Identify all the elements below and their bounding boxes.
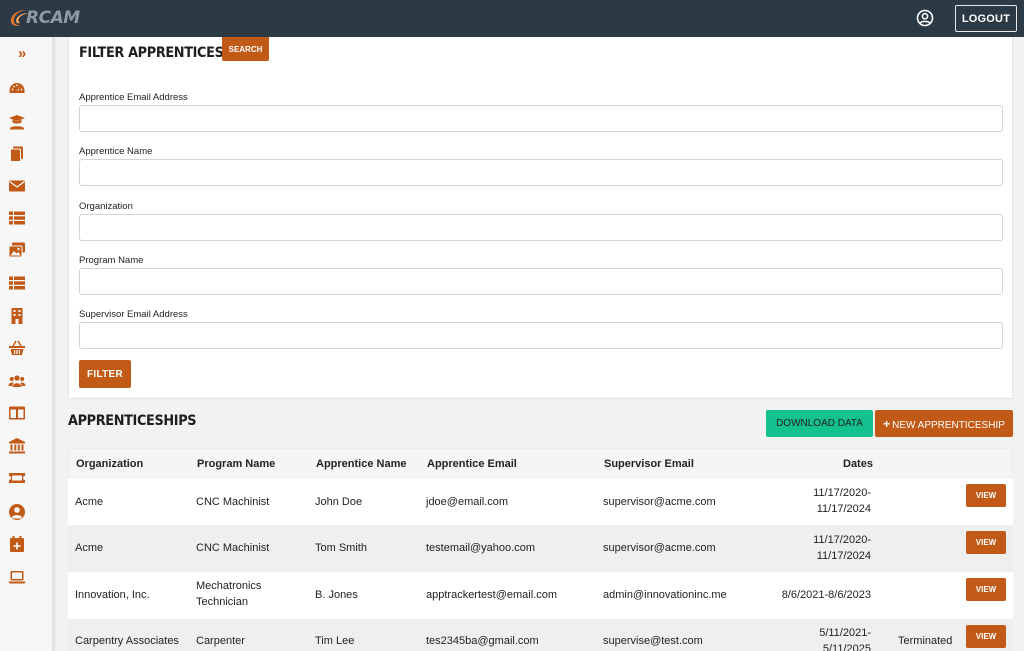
apprentice-name-label: Apprentice Name (79, 146, 153, 157)
apprentice-name-input[interactable] (79, 159, 1003, 186)
users-icon[interactable] (8, 372, 26, 390)
gallery-icon[interactable] (8, 241, 26, 259)
view-button[interactable]: VIEW (966, 578, 1006, 601)
table-row: Innovation, Inc. Mechatronics Technician… (68, 572, 1013, 619)
table-row: Acme CNC Machinist Tom Smith testemail@y… (68, 525, 1013, 572)
cell-supervisor: supervisor@acme.com (603, 542, 716, 554)
cell-program: Carpenter (196, 635, 245, 647)
view-button[interactable]: VIEW (966, 625, 1006, 648)
graduate-icon[interactable] (8, 113, 26, 131)
cell-dates: 11/17/2020-11/17/2024 (813, 534, 871, 562)
calendar-plus-icon[interactable] (8, 535, 26, 553)
apprenticeships-title: APPRENTICESHIPS (68, 413, 197, 429)
organization-input[interactable] (79, 214, 1003, 241)
cell-dates: 8/6/2021-8/6/2023 (781, 589, 871, 601)
user-circle-icon[interactable] (8, 503, 26, 521)
apprenticeships-table: Organization Program Name Apprentice Nam… (68, 448, 1013, 651)
cell-apprentice: John Doe (315, 496, 363, 508)
columns-icon[interactable] (8, 404, 26, 422)
envelope-icon[interactable] (8, 177, 26, 195)
laptop-icon[interactable] (8, 568, 26, 586)
dashboard-icon[interactable] (8, 80, 26, 98)
cell-status: Terminated (898, 635, 953, 647)
filter-panel: FILTER APPRENTICESHIPS SEARCH Apprentice… (68, 37, 1013, 399)
search-button[interactable]: SEARCH (222, 37, 269, 61)
new-apprenticeship-button[interactable]: + NEW APPRENTICESHIP (875, 410, 1013, 437)
logo-text: RCAM (26, 8, 80, 28)
filter-button[interactable]: FILTER (79, 360, 131, 388)
bank-icon[interactable] (8, 437, 26, 455)
column-header-supervisor-email[interactable]: Supervisor Email (604, 458, 694, 470)
apprentice-email-label: Apprentice Email Address (79, 92, 188, 103)
top-bar: RCAM LOGOUT (0, 0, 1024, 37)
list-alt-icon[interactable] (8, 274, 26, 292)
user-account-icon[interactable] (916, 9, 934, 27)
ticket-icon[interactable] (8, 469, 26, 487)
plus-icon: + (883, 416, 891, 431)
supervisor-email-input[interactable] (79, 322, 1003, 349)
apprentice-email-input[interactable] (79, 105, 1003, 132)
cell-program: Mechatronics Technician (196, 580, 262, 608)
sidebar: » (0, 37, 53, 651)
basket-icon[interactable] (8, 339, 26, 357)
view-button[interactable]: VIEW (966, 531, 1006, 554)
cell-program: CNC Machinist (196, 542, 270, 554)
cell-organization: Acme (75, 496, 104, 508)
list-icon[interactable] (8, 209, 26, 227)
view-button[interactable]: VIEW (966, 484, 1006, 507)
download-data-button[interactable]: DOWNLOAD DATA (766, 410, 873, 437)
cell-email: apptrackertest@email.com (426, 589, 557, 601)
supervisor-email-label: Supervisor Email Address (79, 309, 188, 320)
building-icon[interactable] (8, 307, 26, 325)
cell-organization: Innovation, Inc. (75, 589, 150, 601)
cell-organization: Acme (75, 542, 104, 554)
cell-supervisor: admin@innovationinc.me (603, 589, 727, 601)
column-header-dates[interactable]: Dates (843, 458, 873, 470)
new-apprenticeship-label: NEW APPRENTICESHIP (892, 419, 1005, 431)
column-header-apprentice-email[interactable]: Apprentice Email (427, 458, 517, 470)
cell-apprentice: Tim Lee (315, 635, 355, 647)
cell-email: tes2345ba@gmail.com (426, 635, 539, 647)
cell-dates: 5/11/2021-5/11/2025 (819, 627, 871, 651)
column-header-program-name[interactable]: Program Name (197, 458, 275, 470)
cell-supervisor: supervisor@acme.com (603, 496, 716, 508)
cell-email: jdoe@email.com (426, 496, 509, 508)
documents-icon[interactable] (8, 145, 26, 163)
cell-dates: 11/17/2020-11/17/2024 (813, 487, 871, 515)
cell-apprentice: Tom Smith (315, 542, 367, 554)
rcam-logo[interactable]: RCAM (8, 7, 80, 29)
logout-button[interactable]: LOGOUT (955, 5, 1017, 32)
table-header: Organization Program Name Apprentice Nam… (68, 448, 1013, 478)
column-header-apprentice-name[interactable]: Apprentice Name (316, 458, 406, 470)
organization-label: Organization (79, 201, 133, 212)
cell-organization: Carpentry Associates (75, 635, 179, 647)
cell-apprentice: B. Jones (315, 589, 358, 601)
expand-sidebar-icon[interactable]: » (18, 45, 26, 62)
program-name-label: Program Name (79, 255, 144, 266)
table-row: Acme CNC Machinist John Doe jdoe@email.c… (68, 478, 1013, 525)
cell-program: CNC Machinist (196, 496, 270, 508)
table-row: Carpentry Associates Carpenter Tim Lee t… (68, 619, 1013, 651)
cell-supervisor: supervise@test.com (603, 635, 703, 647)
cell-email: testemail@yahoo.com (426, 542, 535, 554)
column-header-organization[interactable]: Organization (76, 458, 143, 470)
program-name-input[interactable] (79, 268, 1003, 295)
